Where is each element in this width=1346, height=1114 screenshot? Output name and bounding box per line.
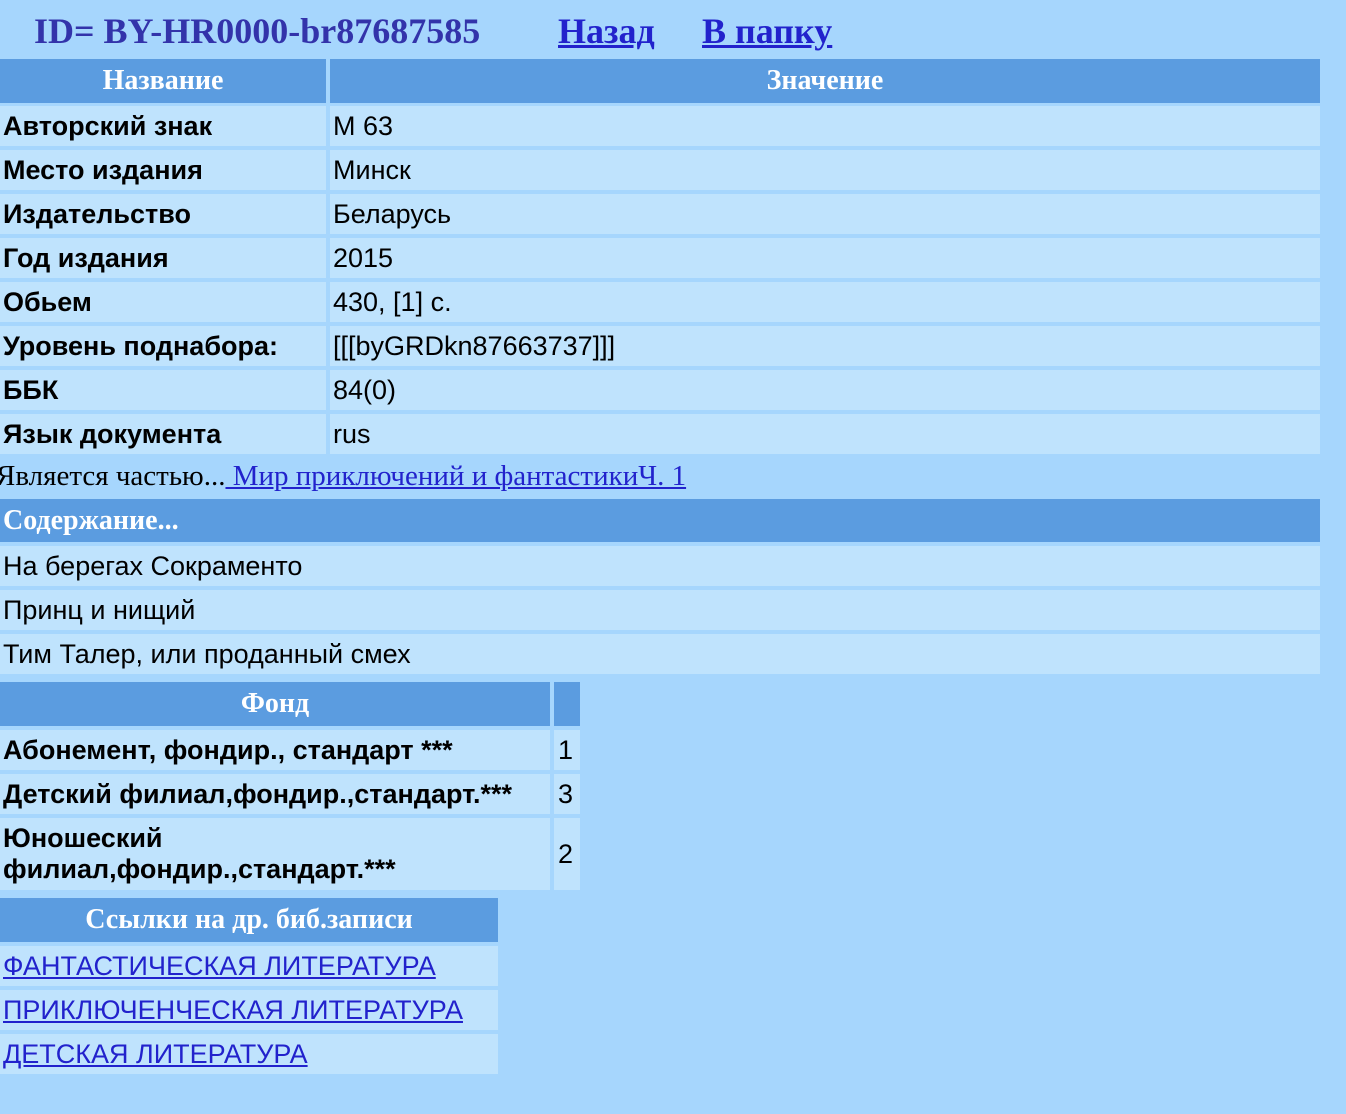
back-link[interactable]: Назад: [558, 9, 655, 53]
fund-count: 1: [554, 730, 580, 770]
link-row: ДЕТСКАЯ ЛИТЕРАТУРА: [0, 1034, 498, 1074]
part-of-line: Является частью... Мир приключений и фан…: [0, 456, 686, 496]
field-value: Минск: [330, 150, 1320, 190]
field-value: [[[byGRDkn87663737]]]: [330, 326, 1320, 366]
field-name: Место издания: [0, 150, 326, 190]
fund-header: Фонд: [0, 682, 550, 726]
field-value: 84(0): [330, 370, 1320, 410]
fund-location: Абонемент, фондир., стандарт ***: [0, 730, 550, 770]
link-fantasy-literature[interactable]: ФАНТАСТИЧЕСКАЯ ЛИТЕРАТУРА: [3, 951, 436, 981]
record-id: ID= BY-HR0000-br87687585: [34, 11, 481, 51]
field-value: 2015: [330, 238, 1320, 278]
field-name: Обьем: [0, 282, 326, 322]
fund-count: 2: [554, 818, 580, 890]
fund-count-header: [554, 682, 580, 726]
field-name: Авторский знак: [0, 106, 326, 146]
folder-link[interactable]: В папку: [702, 9, 832, 53]
field-value: М 63: [330, 106, 1320, 146]
link-children-literature[interactable]: ДЕТСКАЯ ЛИТЕРАТУРА: [3, 1039, 308, 1069]
col-header-name: Название: [0, 59, 326, 103]
field-value: 430, [1] с.: [330, 282, 1320, 322]
fund-location: Детский филиал,фондир.,стандарт.***: [0, 774, 550, 814]
contents-header: Содержание...: [0, 499, 1320, 542]
links-header: Ссылки на др. биб.записи: [0, 898, 498, 942]
field-value: Беларусь: [330, 194, 1320, 234]
field-name: Уровень поднабора:: [0, 326, 326, 366]
link-row: ПРИКЛЮЧЕНЧЕСКАЯ ЛИТЕРАТУРА: [0, 990, 498, 1030]
contents-item: Принц и нищий: [0, 590, 1320, 630]
field-name: Язык документа: [0, 414, 326, 454]
contents-item: На берегах Сокраменто: [0, 546, 1320, 586]
field-name: ББК: [0, 370, 326, 410]
link-row: ФАНТАСТИЧЕСКАЯ ЛИТЕРАТУРА: [0, 946, 498, 986]
part-of-prefix: Является частью...: [0, 460, 226, 492]
fund-location: Юношеский филиал,фондир.,стандарт.***: [0, 818, 550, 890]
part-of-link[interactable]: Мир приключений и фантастикиЧ. 1: [225, 460, 686, 492]
contents-item: Тим Талер, или проданный смех: [0, 634, 1320, 674]
col-header-value: Значение: [330, 59, 1320, 103]
link-adventure-literature[interactable]: ПРИКЛЮЧЕНЧЕСКАЯ ЛИТЕРАТУРА: [3, 995, 463, 1025]
field-name: Год издания: [0, 238, 326, 278]
field-value: rus: [330, 414, 1320, 454]
fund-count: 3: [554, 774, 580, 814]
top-header: ID= BY-HR0000-br87687585 Назад В папку: [0, 0, 1346, 60]
field-name: Издательство: [0, 194, 326, 234]
